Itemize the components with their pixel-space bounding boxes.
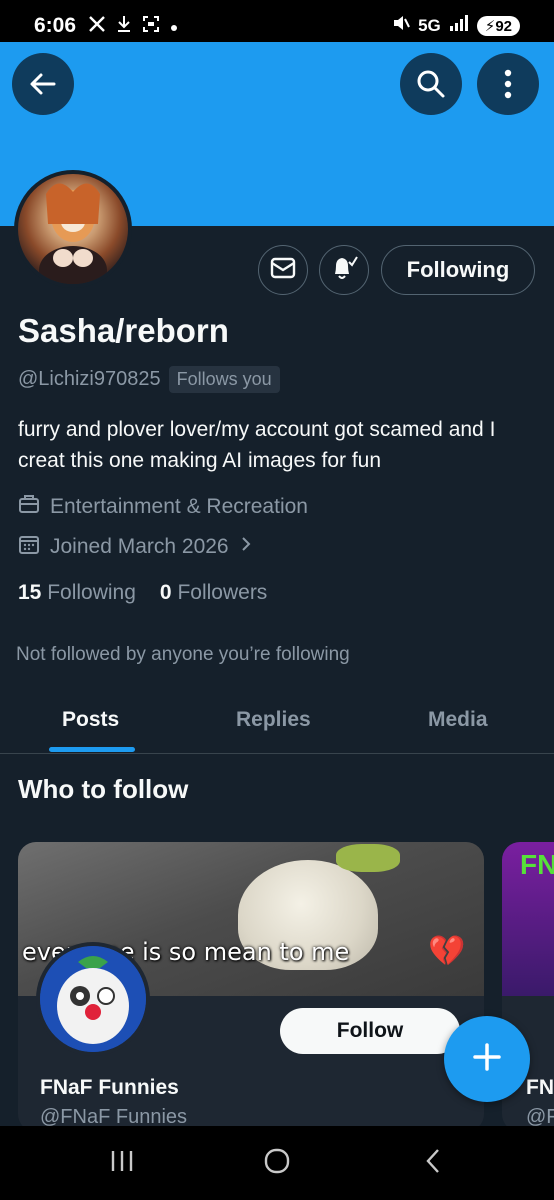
profile-name: Sasha/reborn [18, 312, 229, 349]
message-button[interactable] [258, 245, 308, 295]
briefcase-icon [18, 494, 40, 520]
category-row: Entertainment & Recreation [18, 494, 308, 520]
calendar-icon [18, 534, 40, 560]
status-time: 6:06 [34, 14, 77, 37]
plush-hat [336, 844, 400, 872]
x-logo-icon [88, 15, 106, 38]
profile-avatar[interactable] [14, 170, 132, 288]
who-to-follow-title: Who to follow [18, 774, 189, 804]
followers-count-link[interactable]: 0 Followers [160, 581, 267, 605]
recents-icon [109, 1149, 135, 1178]
battery-level: 92 [495, 17, 512, 35]
tab-posts[interactable]: Posts [62, 708, 119, 732]
notifications-button[interactable] [319, 245, 369, 295]
follow-counts: 15 Following 0 Followers [18, 581, 267, 605]
followers-label: Followers [177, 581, 268, 604]
following-button[interactable]: Following [381, 245, 535, 295]
tab-media[interactable]: Media [428, 708, 488, 732]
battery-charging-icon: ⚡92 [476, 15, 520, 36]
card-avatar[interactable] [36, 942, 150, 1056]
card2-name: FN [526, 1076, 554, 1099]
chevron-right-icon [239, 535, 253, 559]
search-button[interactable] [400, 53, 462, 115]
profile-bio: furry and plover lover/my account got sc… [18, 418, 496, 472]
signal-icon [449, 15, 469, 36]
not-followed-text: Not followed by anyone you’re following [16, 644, 350, 665]
download-icon [116, 15, 132, 38]
back-nav-button[interactable] [413, 1148, 453, 1178]
plus-icon [472, 1042, 502, 1077]
home-icon [263, 1147, 291, 1180]
arrow-left-icon [28, 69, 58, 99]
card2-banner-text: FN [520, 849, 554, 880]
status-left-icons [88, 15, 178, 38]
mail-icon [270, 257, 296, 284]
broken-heart-icon: 💔 [428, 935, 466, 968]
joined-row[interactable]: Joined March 2026 [18, 534, 253, 560]
card-name: FNaF Funnies [40, 1076, 179, 1099]
following-count-link[interactable]: 15 Following [18, 581, 136, 605]
more-button[interactable] [477, 53, 539, 115]
profile-tabs: Posts Replies Media [0, 690, 554, 754]
profile-joined: Joined March 2026 [50, 535, 229, 558]
home-button[interactable] [257, 1148, 297, 1178]
mute-icon [392, 14, 410, 37]
following-label: Following [47, 581, 136, 604]
follows-you-badge: Follows you [168, 366, 280, 393]
network-label: 5G [418, 15, 441, 35]
back-button[interactable] [12, 53, 74, 115]
dot-icon [170, 16, 178, 37]
profile-handle: @Lichizi970825 [18, 368, 161, 390]
handle-row: @Lichizi970825 Follows you [18, 366, 280, 393]
tab-indicator [49, 747, 135, 752]
back-icon [423, 1148, 443, 1179]
profile-category: Entertainment & Recreation [50, 495, 308, 518]
follow-button[interactable]: Follow [280, 1008, 460, 1054]
followers-count: 0 [159, 581, 172, 604]
tab-replies[interactable]: Replies [236, 708, 311, 732]
card2-banner: FN [502, 842, 554, 996]
clown-avatar-image [40, 946, 146, 1052]
status-right: 5G ⚡92 [392, 14, 520, 37]
following-count: 15 [18, 581, 42, 604]
avatar-image [18, 174, 128, 284]
suggestion-card[interactable]: everyone is so mean to me 💔 Follow FNaF … [18, 842, 484, 1132]
status-bar: 6:06 5G ⚡92 [0, 0, 554, 42]
search-icon [415, 68, 447, 100]
recents-button[interactable] [102, 1148, 142, 1178]
more-vertical-icon [504, 69, 512, 99]
bell-check-icon [329, 254, 359, 287]
system-nav-bar [0, 1126, 554, 1200]
screenshot-icon [142, 15, 160, 38]
compose-button[interactable] [444, 1016, 530, 1102]
